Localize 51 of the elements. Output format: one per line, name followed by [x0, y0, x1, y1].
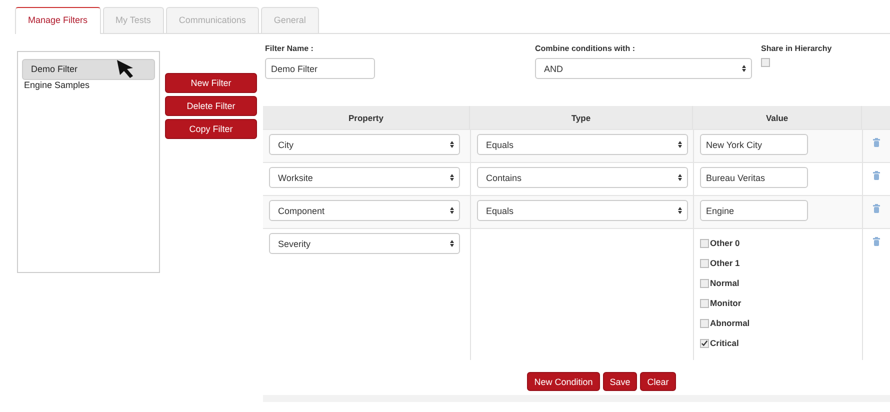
checkbox[interactable]: [700, 238, 709, 248]
checkbox-label: Other 1: [710, 258, 740, 268]
field-label: Share in Hierarchy: [761, 44, 832, 53]
filter-button[interactable]: New Filter: [165, 73, 257, 93]
checkbox[interactable]: [700, 298, 709, 308]
up-down-caret-icon: [678, 141, 682, 148]
combine-select[interactable]: AND: [535, 58, 752, 79]
checkbox-label: Other 0: [710, 238, 740, 248]
up-down-caret-icon: [450, 174, 454, 181]
trash-icon[interactable]: [873, 171, 880, 180]
filter-name-field[interactable]: Demo Filter: [265, 58, 375, 79]
share-checkbox[interactable]: [761, 58, 770, 67]
trash-icon[interactable]: [873, 204, 880, 213]
trash-icon[interactable]: [873, 237, 880, 246]
action-button[interactable]: Save: [602, 372, 638, 391]
checkbox-label: Monitor: [710, 298, 742, 308]
filter-button[interactable]: Copy Filter: [165, 119, 257, 139]
type-select[interactable]: Equals: [477, 200, 688, 221]
checkbox[interactable]: [700, 318, 709, 328]
checkbox[interactable]: [700, 338, 709, 348]
property-select[interactable]: City: [269, 134, 460, 155]
checkbox-label: Normal: [710, 278, 740, 288]
filter-list-item[interactable]: Demo Filter: [22, 59, 155, 80]
pointer-icon: [116, 59, 136, 79]
value-field[interactable]: Engine: [700, 200, 808, 221]
property-select[interactable]: Worksite: [269, 167, 460, 188]
up-down-caret-icon: [678, 207, 682, 214]
property-select[interactable]: Severity: [269, 233, 460, 254]
checkbox-label: Critical: [710, 338, 739, 348]
column-header: Property: [348, 112, 384, 125]
tab[interactable]: Manage Filters: [15, 7, 101, 34]
up-down-caret-icon: [678, 174, 682, 181]
checkbox-label: Abnormal: [710, 318, 750, 328]
up-down-caret-icon: [742, 65, 746, 72]
up-down-caret-icon: [450, 141, 454, 148]
checkbox[interactable]: [700, 278, 709, 288]
up-down-caret-icon: [450, 240, 454, 247]
value-field[interactable]: Bureau Veritas: [700, 167, 808, 188]
field-label: Filter Name :: [265, 44, 314, 53]
up-down-caret-icon: [450, 207, 454, 214]
field-label: Combine conditions with :: [535, 44, 636, 53]
filter-button[interactable]: Delete Filter: [165, 96, 257, 116]
action-button[interactable]: New Condition: [527, 372, 600, 391]
checkbox[interactable]: [700, 258, 709, 268]
value-field[interactable]: New York City: [700, 134, 808, 155]
trash-icon[interactable]: [873, 138, 880, 147]
type-select[interactable]: Contains: [477, 167, 688, 188]
filter-list-item[interactable]: Engine Samples: [22, 80, 155, 91]
type-select[interactable]: Equals: [477, 134, 688, 155]
property-select[interactable]: Component: [269, 200, 460, 221]
action-button[interactable]: Clear: [640, 372, 676, 391]
